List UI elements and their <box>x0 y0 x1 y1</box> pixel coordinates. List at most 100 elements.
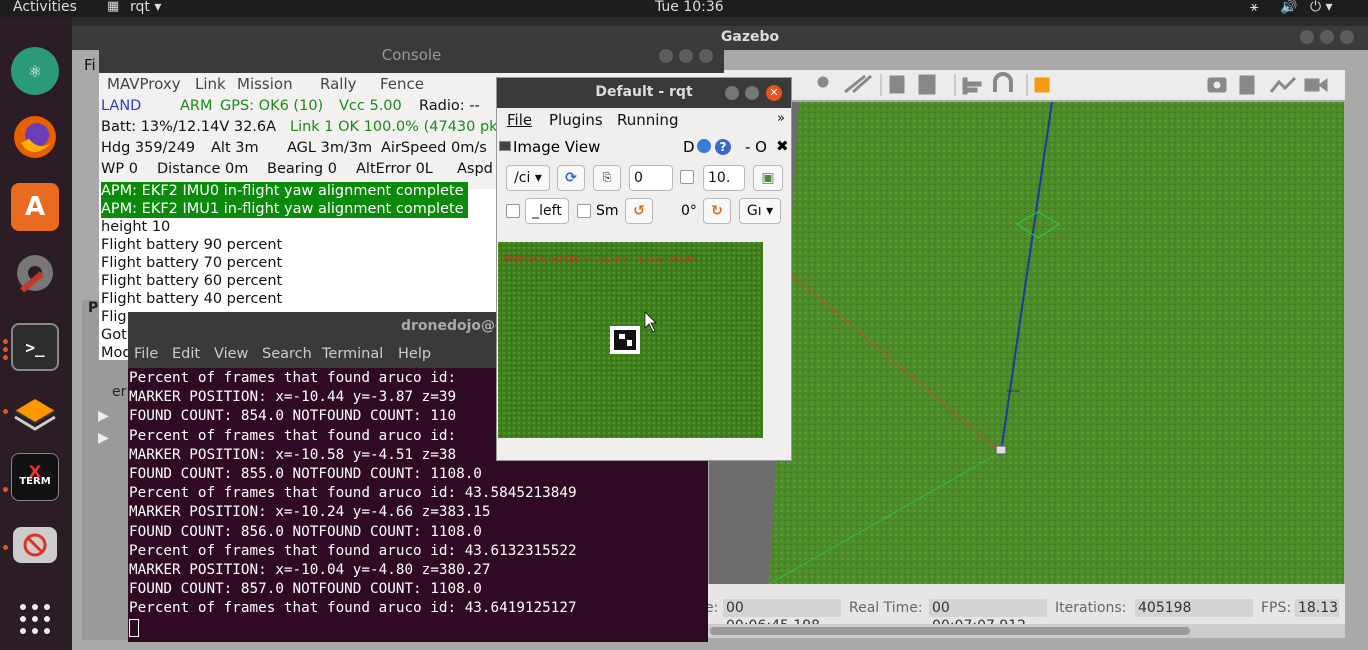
plugin-close-icon[interactable]: ✖ <box>776 137 789 155</box>
dynamic-range-checkbox[interactable] <box>680 170 694 184</box>
console-message: height 10 <box>101 219 171 235</box>
console-menu-item[interactable]: MAVProxy <box>107 75 181 93</box>
console-message: Flight battery 40 percent <box>101 291 283 307</box>
volume-icon[interactable]: 🔊 <box>1280 0 1297 15</box>
console-status-field: Bearing 0 <box>267 161 337 177</box>
rqt-menu-overflow[interactable]: » <box>777 111 785 126</box>
terminal-line: Percent of frames that found aruco id: <box>129 370 457 386</box>
gazebo-toolbar <box>705 70 1345 100</box>
smooth-checkbox[interactable] <box>577 204 591 218</box>
close-button[interactable] <box>1340 30 1354 44</box>
clock[interactable]: Tue 10:36 <box>655 0 724 15</box>
spin-input[interactable]: 0 <box>629 165 673 191</box>
terminal-menu-item[interactable]: View <box>214 346 248 362</box>
rqt-menu-running[interactable]: Running <box>617 111 678 129</box>
topic-select[interactable]: /ci ▾ <box>506 165 550 191</box>
console-menu-item[interactable]: Rally <box>320 75 357 93</box>
refresh-topics-icon[interactable]: ⟳ <box>557 165 585 191</box>
console-status-field: GPS: OK6 (10) <box>220 98 324 114</box>
plugin-window-buttons[interactable]: - O <box>745 138 767 156</box>
save-image-icon[interactable]: ⎘ <box>593 165 621 191</box>
iterations-label: Iterations: <box>1055 600 1127 616</box>
terminal-line: MARKER POSITION: x=-10.04 y=-4.80 z=380.… <box>129 562 491 578</box>
minimize-button[interactable] <box>725 86 739 100</box>
real-time-label: Real Time: <box>849 600 923 616</box>
gazebo-menu-file[interactable]: Fi <box>84 56 96 74</box>
maximize-button[interactable] <box>745 86 759 100</box>
console-message: Mod <box>101 345 132 361</box>
apps-grid-icon[interactable] <box>11 595 59 643</box>
console-menu-item[interactable]: Mission <box>237 75 293 93</box>
console-menu-item[interactable]: Fence <box>380 75 424 93</box>
plugin-icon <box>499 141 511 151</box>
gazebo-status-bar: e: 00 00:06:45.198 Real Time: 00 00:07:0… <box>705 584 1345 634</box>
max-range-input[interactable]: 10. <box>703 165 745 191</box>
terminal-menu-item[interactable]: File <box>134 346 158 362</box>
blocked-icon[interactable] <box>13 527 57 563</box>
terminal-menu-item[interactable]: Help <box>398 346 431 362</box>
console-status-field: Hdg 359/249 <box>101 140 196 156</box>
console-status-field: ARM <box>180 98 213 114</box>
rotation-label: 0° <box>681 203 697 219</box>
rqt-menu-file[interactable]: File <box>507 111 532 129</box>
settings-icon[interactable] <box>11 249 59 297</box>
terminal-line: FOUND COUNT: 855.0 NOTFOUND COUNT: 1108.… <box>129 466 482 482</box>
atom-icon[interactable]: ⚛ <box>11 47 59 95</box>
console-menu-item[interactable]: Link <box>195 75 226 93</box>
top-bar: Activities ▦ rqt ▾ Tue 10:36 ⚹ 🔊 ⏻ ▾ <box>0 0 1368 17</box>
side-item[interactable]: P <box>88 300 98 316</box>
maximize-button[interactable] <box>1320 30 1334 44</box>
xterm-icon[interactable]: X TERM <box>11 453 59 501</box>
help-icon[interactable]: ? <box>715 139 731 155</box>
mouse-publish-checkbox[interactable] <box>506 204 520 218</box>
console-status-field: WP 0 <box>101 161 138 177</box>
tree-expand-icon[interactable]: ▶ <box>98 408 109 424</box>
close-button[interactable] <box>699 49 713 63</box>
terminal-icon[interactable]: >_ <box>11 323 59 371</box>
network-icon[interactable]: ⚹ <box>1250 0 1258 15</box>
scrollbar-thumb[interactable] <box>710 627 1190 635</box>
close-button[interactable]: ✕ <box>766 85 782 101</box>
software-center-icon[interactable]: A <box>11 183 59 231</box>
console-message: Flight battery 90 percent <box>101 237 283 253</box>
console-message: APM: EKF2 IMU1 in-flight yaw alignment c… <box>101 200 468 218</box>
console-status-field: Batt: 13%/12.14V 32.6A <box>101 119 277 135</box>
minimize-button[interactable] <box>659 49 673 63</box>
rotate-left-icon[interactable]: ↺ <box>625 198 653 224</box>
save-button-icon[interactable]: ▣ <box>753 165 783 191</box>
maximize-button[interactable] <box>679 49 693 63</box>
terminal-line: Percent of frames that found aruco id: 4… <box>129 600 577 617</box>
firefox-icon[interactable] <box>11 113 59 161</box>
console-status-field: Vcc 5.00 <box>339 98 402 114</box>
rqt-menu-plugins[interactable]: Plugins <box>549 111 603 129</box>
terminal-line: FOUND COUNT: 854.0 NOTFOUND COUNT: 110 <box>129 408 457 425</box>
minimize-button[interactable] <box>1300 30 1314 44</box>
console-message: Flight battery 60 percent <box>101 273 283 289</box>
dock-button[interactable]: D <box>683 138 695 156</box>
app-menu[interactable]: rqt ▾ <box>130 0 161 15</box>
fps-label: FPS: <box>1261 600 1292 616</box>
tree-expand-icon[interactable]: ▶ <box>98 430 109 446</box>
publish-topic-input[interactable]: _left <box>525 198 569 224</box>
terminal-menu-item[interactable]: Terminal <box>322 346 383 362</box>
side-item[interactable]: er <box>112 384 128 402</box>
activities-button[interactable]: Activities <box>13 0 77 15</box>
reload-icon[interactable] <box>697 139 711 153</box>
console-status-field: Radio: -- <box>419 98 480 114</box>
terminal-menu-item[interactable]: Edit <box>172 346 200 362</box>
power-icon[interactable]: ⏻ ▾ <box>1310 0 1333 15</box>
camera-image[interactable]: MARKER POSITION: x=-10.58 y=-4.51 z=383.… <box>498 242 763 438</box>
sublime-icon[interactable] <box>11 387 59 435</box>
terminal-line: Percent of frames that found aruco id: <box>129 427 457 444</box>
terminal-line: Percent of frames that found aruco id: 4… <box>129 542 577 559</box>
terminal-menu-item[interactable]: Search <box>262 346 312 362</box>
color-scheme-select[interactable]: Gı ▾ <box>739 198 781 224</box>
gazebo-3d-scene[interactable] <box>709 102 1344 584</box>
rqt-menubar: File Plugins Running » <box>497 108 791 132</box>
console-status-field: AltError 0L <box>356 161 433 177</box>
terminal-line: MARKER POSITION: x=-10.58 y=-4.51 z=38 <box>129 446 457 463</box>
gazebo-scrollbar[interactable] <box>705 624 1345 638</box>
image-view-title: Image View <box>513 138 601 156</box>
rotate-right-icon[interactable]: ↻ <box>703 198 731 224</box>
console-message: Got <box>101 327 127 343</box>
